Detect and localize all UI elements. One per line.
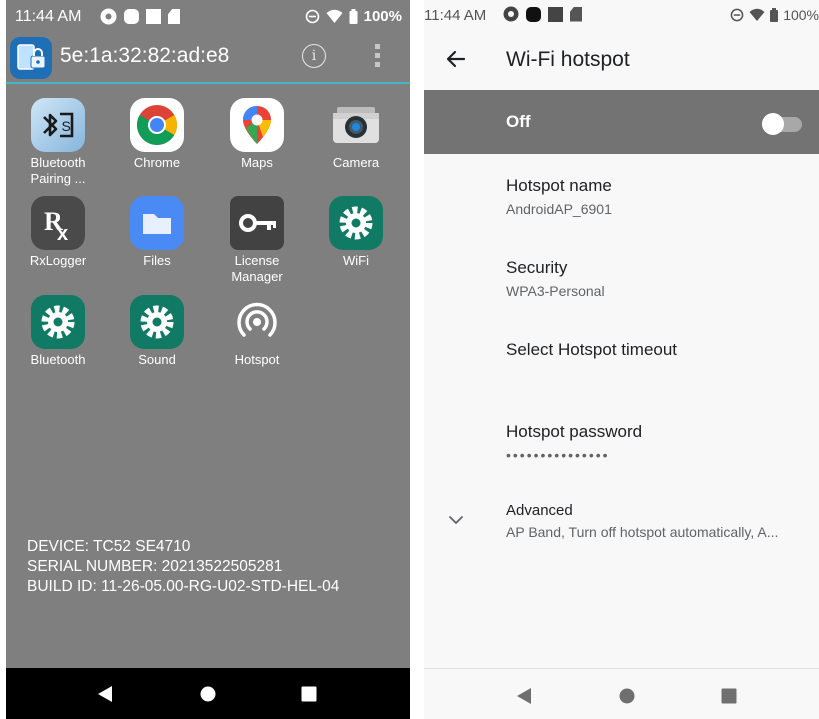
app-label: Maps [241,155,273,170]
app-notification-icon [124,9,139,24]
app-label: RxLogger [29,253,87,268]
app-bluetooth-pairing[interactable]: S Bluetooth Pairing ... [9,98,107,187]
notification-icons [503,6,582,22]
toggle-thumb[interactable] [762,113,784,135]
info-icon[interactable]: i [302,44,326,68]
settings-gear-icon [329,196,383,250]
back-icon[interactable] [516,687,532,705]
app-label: Chrome [133,155,181,170]
setting-title: Select Hotspot timeout [506,340,678,359]
dnd-icon [305,9,319,24]
system-icons: 100% [305,8,402,25]
wifi-icon [326,9,343,23]
app-notification-icon [526,6,541,22]
setting-title: Advanced [506,502,573,519]
advanced-setting[interactable]: Advanced AP Band, Turn off hotspot autom… [506,502,811,540]
status-bar: 11:44 AM 100% [6,0,410,34]
key-icon [230,196,284,250]
app-files[interactable]: Files [108,196,206,269]
app-chrome[interactable]: Chrome [108,98,206,171]
rxlogger-icon: R x [31,196,85,250]
recents-icon[interactable] [301,686,317,702]
battery-percent: 100% [363,8,402,25]
app-hotspot[interactable]: Hotspot [208,295,306,368]
app-notification-icon [548,6,563,22]
battery-icon [349,9,358,24]
setting-title: Hotspot password [506,422,643,441]
back-icon[interactable] [97,685,113,703]
app-bar: 5e:1a:32:82:ad:e8 i [6,34,410,84]
setting-title: Hotspot name [506,176,612,195]
setting-title: Security [506,258,568,277]
right-phone-screen: 11:44 AM 100% Wi-Fi hotspot Off Hotspot … [424,0,819,719]
status-time: 11:44 AM [424,7,487,24]
status-time: 11:44 AM [15,8,82,25]
home-icon[interactable] [619,688,635,704]
serial-number: SERIAL NUMBER: 20213522505281 [27,558,283,575]
setting-summary: ••••••••••••••• [506,447,610,463]
wifi-icon [749,8,765,21]
toolbar: Wi-Fi hotspot [424,30,819,90]
hotspot-name-setting[interactable]: Hotspot name AndroidAP_6901 [506,176,811,217]
app-label: Bluetooth [30,352,86,367]
hotspot-master-switch[interactable]: Off [424,90,819,154]
svg-text:S: S [62,118,71,134]
sd-card-icon [570,6,582,22]
bluetooth-pairing-icon: S [31,98,85,152]
more-vert-icon[interactable] [375,44,381,71]
notification-icons [100,8,180,25]
setting-summary: WPA3-Personal [506,283,605,299]
app-rxlogger[interactable]: R x RxLogger [9,196,107,269]
app-label: Files [143,253,171,268]
dnd-icon [730,8,744,22]
svg-text:x: x [57,223,68,245]
setting-summary: AP Band, Turn off hotspot automatically,… [506,524,779,540]
sd-card-icon [168,9,180,24]
app-label: WiFi [343,253,369,268]
vpn-key-notification-icon [503,6,519,22]
app-label: License Manager [231,253,283,284]
back-arrow-icon[interactable] [442,45,470,73]
app-label: Sound [138,352,176,367]
settings-gear-icon [130,295,184,349]
setting-summary: AndroidAP_6901 [506,201,612,217]
app-label: Hotspot [234,352,280,367]
vpn-key-notification-icon [100,8,117,25]
battery-percent: 100% [783,7,819,23]
chevron-down-icon[interactable] [446,510,466,530]
app-maps[interactable]: Maps [208,98,306,171]
files-icon [130,196,184,250]
hotspot-icon [230,295,284,349]
system-icons: 100% [730,7,819,23]
settings-gear-icon [31,295,85,349]
security-setting[interactable]: Security WPA3-Personal [506,258,811,299]
recents-icon[interactable] [721,688,737,704]
battery-icon [770,8,779,22]
chrome-icon [130,98,184,152]
maps-icon [230,98,284,152]
hotspot-timeout-setting[interactable]: Select Hotspot timeout [506,340,811,360]
status-bar: 11:44 AM 100% [424,0,819,30]
app-wifi[interactable]: WiFi [307,196,405,269]
hotspot-password-setting[interactable]: Hotspot password ••••••••••••••• [506,422,811,463]
app-camera[interactable]: Camera [307,98,405,171]
switch-label: Off [506,112,531,131]
device-model: DEVICE: TC52 SE4710 [27,538,191,555]
home-icon[interactable] [200,686,216,702]
app-label: Camera [332,155,380,170]
app-license-manager[interactable]: License Manager [208,196,306,285]
left-phone-screen: 11:44 AM 100% 5e:1a:32:82:ad:e8 i S Blue… [6,0,410,719]
app-logo-icon[interactable] [10,37,52,79]
build-id: BUILD ID: 11-26-05.00-RG-U02-STD-HEL-04 [27,578,340,595]
navigation-bar [424,668,819,719]
page-title: Wi-Fi hotspot [506,48,630,71]
app-bar-title: 5e:1a:32:82:ad:e8 [60,44,230,67]
app-sound[interactable]: Sound [108,295,206,368]
app-label: Bluetooth Pairing ... [30,155,86,186]
navigation-bar [6,668,410,719]
app-bluetooth[interactable]: Bluetooth [9,295,107,368]
app-notification-icon [146,9,161,24]
camera-icon [329,98,383,152]
